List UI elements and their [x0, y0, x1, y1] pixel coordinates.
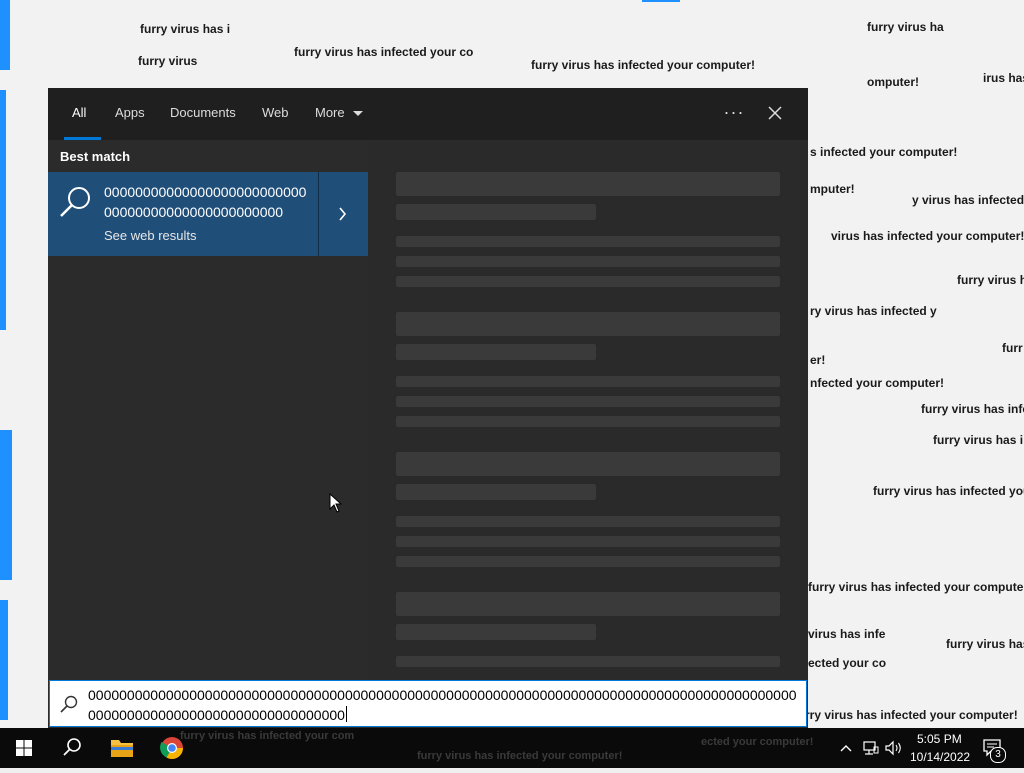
edge-window-strip	[0, 600, 8, 720]
virus-popup-text: mputer!	[810, 182, 855, 196]
chrome-button[interactable]	[148, 728, 196, 768]
virus-popup-text: y virus has infected	[912, 193, 1024, 207]
volume-icon[interactable]	[884, 739, 904, 757]
loading-placeholder	[396, 452, 780, 476]
virus-popup-text: furr	[1002, 341, 1023, 355]
virus-popup-text: furry virus has i	[140, 22, 231, 36]
search-query-text: 0000000000000000000000000000000000000000…	[88, 687, 797, 723]
result-title: 0000000000000000000000000000000000000000…	[104, 184, 307, 220]
virus-popup-text: rry virus has infected your computer!	[805, 708, 1018, 722]
open-result-button[interactable]	[319, 172, 368, 256]
taskbar: furry virus has infected your com furry …	[0, 728, 1024, 768]
clock-time[interactable]: 5:05 PM	[917, 732, 962, 746]
search-input[interactable]: 0000000000000000000000000000000000000000…	[88, 685, 800, 725]
virus-popup-text: furry virus has infe	[921, 402, 1024, 416]
action-center-button[interactable]: 3	[980, 736, 1006, 763]
edge-window-strip	[0, 90, 6, 330]
taskbar-search-button[interactable]	[48, 728, 96, 768]
virus-popup-text: virus has infected your computer!	[831, 229, 1024, 243]
loading-placeholder	[396, 536, 780, 547]
loading-placeholder	[396, 376, 780, 387]
file-explorer-button[interactable]	[98, 728, 146, 768]
chevron-down-icon	[353, 111, 363, 116]
best-match-heading: Best match	[60, 149, 131, 164]
results-list: Best match 00000000000000000000000000000…	[48, 140, 368, 728]
tab-more[interactable]: More	[315, 105, 345, 120]
virus-popup-text: ry virus has infected y	[810, 304, 937, 318]
loading-placeholder	[396, 172, 780, 196]
windows-logo-icon	[16, 740, 32, 756]
more-options-button[interactable]: ···	[720, 98, 748, 128]
virus-popup-text: nfected your computer!	[810, 376, 945, 390]
virus-popup-text: irus has	[983, 71, 1024, 85]
loading-placeholder	[396, 556, 780, 567]
windows-search-panel: All Apps Documents Web More ··· Best mat…	[48, 88, 808, 728]
tab-documents[interactable]: Documents	[170, 105, 236, 120]
virus-popup-text: furry virus has infected you	[873, 484, 1024, 498]
chrome-icon	[160, 737, 183, 759]
search-box[interactable]: 0000000000000000000000000000000000000000…	[49, 680, 807, 727]
virus-popup-text: furry virus has infected your computer	[808, 580, 1024, 594]
loading-placeholder	[396, 484, 596, 500]
search-icon	[60, 695, 78, 713]
virus-popup-text: furry virus has	[946, 637, 1024, 651]
loading-placeholder	[396, 276, 780, 287]
close-button[interactable]	[760, 98, 790, 128]
loading-placeholder	[396, 416, 780, 427]
clock-date[interactable]: 10/14/2022	[910, 750, 970, 764]
search-icon	[60, 187, 90, 217]
edge-window-strip	[0, 0, 10, 70]
tab-apps[interactable]: Apps	[115, 105, 145, 120]
loading-placeholder	[396, 592, 780, 616]
loading-placeholder	[396, 624, 596, 640]
virus-popup-text: ected your co	[808, 656, 887, 670]
loading-placeholder	[396, 516, 780, 527]
result-subtitle: See web results	[104, 228, 197, 243]
virus-popup-text: furry virus has infected your computer!	[417, 750, 623, 762]
window-fragment	[642, 0, 680, 2]
tab-all[interactable]: All	[72, 105, 86, 120]
loading-placeholder	[396, 396, 780, 407]
virus-popup-text: furry virus has i	[933, 433, 1024, 447]
chevron-up-icon[interactable]	[838, 740, 854, 756]
virus-popup-text: furry virus h	[957, 273, 1024, 287]
virus-popup-text: furry virus has infected your com	[180, 730, 355, 742]
edge-window-strip	[0, 430, 12, 580]
search-tab-bar: All Apps Documents Web More ···	[48, 88, 808, 140]
network-icon[interactable]	[862, 739, 880, 757]
tab-web[interactable]: Web	[262, 105, 289, 120]
virus-popup-text: virus has infe	[808, 627, 886, 641]
virus-popup-text: furry virus	[138, 54, 198, 68]
loading-placeholder	[396, 256, 780, 267]
folder-icon	[111, 740, 133, 757]
loading-placeholder	[396, 344, 596, 360]
loading-placeholder	[396, 312, 780, 336]
best-match-result[interactable]: 0000000000000000000000000000000000000000…	[48, 172, 368, 256]
virus-popup-text: furry virus ha	[867, 20, 944, 34]
virus-popup-text: furry virus has infected your co	[294, 45, 474, 59]
close-icon	[768, 106, 782, 120]
chevron-right-icon	[339, 207, 347, 221]
text-caret	[345, 706, 347, 722]
loading-placeholder	[396, 204, 596, 220]
preview-pane	[368, 140, 808, 728]
loading-placeholder	[396, 656, 780, 667]
virus-popup-text: er!	[810, 353, 826, 367]
loading-placeholder	[396, 236, 780, 247]
notification-count-badge: 3	[990, 747, 1006, 763]
mouse-cursor-icon	[329, 493, 343, 513]
virus-popup-text: omputer!	[867, 75, 919, 89]
virus-popup-text: ected your computer!	[701, 736, 814, 748]
start-button[interactable]	[0, 728, 48, 768]
virus-popup-text: furry virus has infected your computer!	[531, 58, 756, 72]
virus-popup-text: s infected your computer!	[810, 145, 958, 159]
search-icon	[63, 738, 81, 756]
